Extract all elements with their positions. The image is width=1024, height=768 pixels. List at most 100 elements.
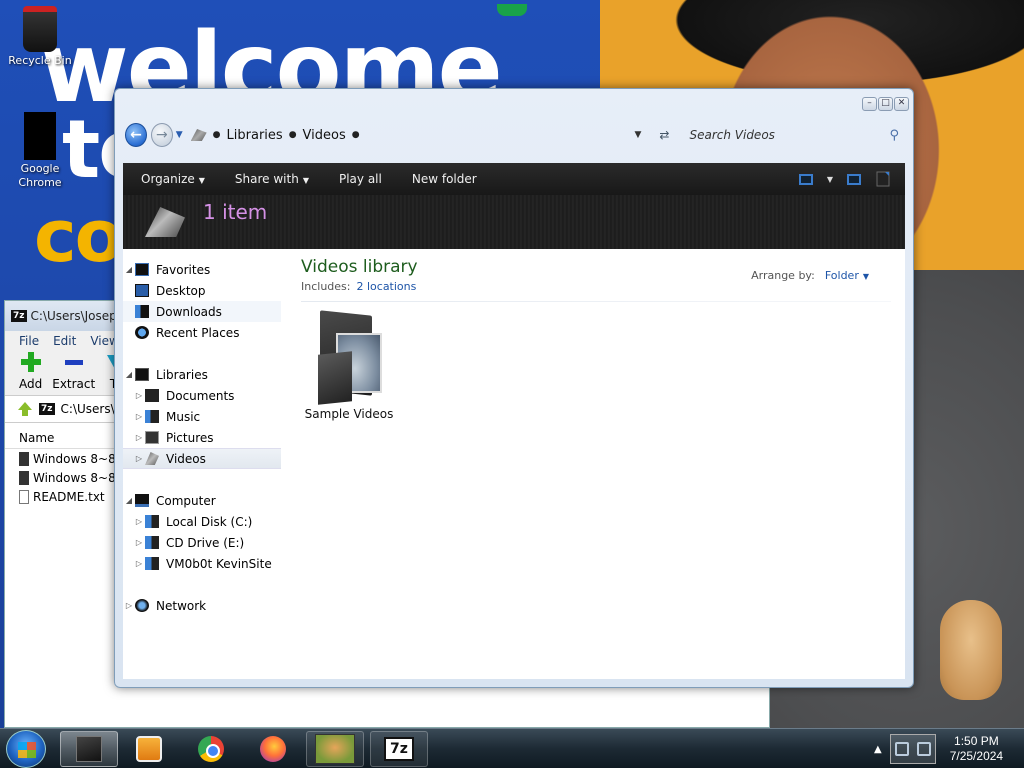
- back-button[interactable]: ←: [125, 123, 147, 147]
- nav-label: Videos: [166, 451, 206, 466]
- close-button[interactable]: ✕: [894, 97, 909, 111]
- maximize-button[interactable]: □: [878, 97, 893, 111]
- nav-label: Libraries: [156, 367, 208, 382]
- expand-arrow-icon[interactable]: ▷: [133, 538, 145, 547]
- menu-file[interactable]: File: [19, 334, 39, 348]
- chrome-icon: [198, 736, 224, 762]
- extract-button[interactable]: Extract: [52, 351, 95, 391]
- forward-button[interactable]: →: [150, 123, 173, 147]
- clock[interactable]: 1:50 PM 7/25/2024: [950, 734, 1003, 764]
- display-icon[interactable]: [894, 742, 909, 756]
- expand-arrow-icon[interactable]: ▷: [133, 433, 145, 442]
- documents-icon: [145, 389, 159, 402]
- cd-drive-icon: [145, 536, 159, 549]
- expand-arrow-icon[interactable]: ▷: [133, 517, 145, 526]
- text-file-icon: [19, 489, 29, 504]
- collapse-arrow-icon[interactable]: ◢: [123, 370, 135, 379]
- taskbar-button-firefox[interactable]: [244, 731, 302, 767]
- sample-videos-folder-icon: [314, 310, 384, 405]
- taskbar-button-media-player[interactable]: [120, 731, 178, 767]
- search-input[interactable]: [689, 128, 890, 142]
- expand-arrow-icon[interactable]: ▷: [133, 559, 145, 568]
- taskbar-button-chrome[interactable]: [182, 731, 240, 767]
- minimize-button[interactable]: –: [862, 97, 877, 111]
- desktop-icon: [135, 284, 149, 297]
- item-count: 1 item: [203, 200, 268, 224]
- 7zip-path-text[interactable]: C:\Users\: [61, 402, 115, 416]
- taskbar-button-explorer[interactable]: [60, 731, 118, 767]
- folder-item-sample-videos[interactable]: Sample Videos: [301, 310, 397, 421]
- nav-favorites[interactable]: ◢ Favorites: [123, 259, 281, 280]
- desktop-icon-recycle-bin[interactable]: Recycle Bin: [0, 6, 80, 68]
- box-app-icon: [315, 734, 355, 764]
- help-icon[interactable]: [875, 171, 891, 187]
- share-with-label: Share with: [234, 172, 299, 186]
- arrange-by-value: Folder: [824, 269, 859, 282]
- nav-label: Pictures: [166, 430, 214, 445]
- nav-local-disk[interactable]: ▷ Local Disk (C:): [123, 511, 281, 532]
- address-bar[interactable]: ● Libraries ● Videos ● ▼ ⇄: [190, 123, 669, 147]
- breadcrumb-separator[interactable]: ●: [213, 130, 221, 140]
- breadcrumb-separator[interactable]: ●: [289, 130, 297, 140]
- nav-videos[interactable]: ▷ Videos: [123, 448, 281, 469]
- nav-label: Documents: [166, 388, 235, 403]
- library-locations-link[interactable]: 2 locations: [356, 280, 416, 293]
- nav-recent-places[interactable]: Recent Places: [123, 322, 281, 343]
- breadcrumb-libraries[interactable]: Libraries: [227, 128, 283, 143]
- nav-desktop[interactable]: Desktop: [123, 280, 281, 301]
- recent-pages-chevron-down-icon[interactable]: ▼: [176, 130, 183, 140]
- new-folder-button[interactable]: New folder: [412, 172, 477, 186]
- expand-arrow-icon[interactable]: ▷: [133, 391, 145, 400]
- explorer-icon: [76, 736, 102, 762]
- view-options-chevron-down-icon[interactable]: ▼: [827, 175, 833, 184]
- preview-pane-icon[interactable]: [847, 173, 861, 185]
- chrome-icon: [24, 112, 56, 160]
- show-hidden-icons-arrow-icon[interactable]: ▲: [874, 744, 882, 755]
- start-button[interactable]: [6, 730, 46, 768]
- details-header: 1 item: [123, 195, 905, 249]
- taskbar-button-7zip[interactable]: 7z: [370, 731, 428, 767]
- nav-documents[interactable]: ▷ Documents: [123, 385, 281, 406]
- menu-edit[interactable]: Edit: [53, 334, 76, 348]
- play-all-button[interactable]: Play all: [339, 172, 382, 186]
- expand-arrow-icon[interactable]: ▷: [133, 412, 145, 421]
- network-status-icon[interactable]: [916, 742, 931, 756]
- arrange-by-dropdown[interactable]: Folder ▼: [825, 269, 869, 282]
- breadcrumb-videos[interactable]: Videos: [303, 128, 346, 143]
- search-icon[interactable]: ⚲: [889, 128, 899, 143]
- search-box[interactable]: ⚲: [683, 123, 905, 147]
- nav-music[interactable]: ▷ Music: [123, 406, 281, 427]
- expand-arrow-icon[interactable]: ▷: [123, 601, 135, 610]
- downloads-icon: [135, 305, 149, 318]
- extract-button-label: Extract: [52, 377, 96, 391]
- desktop-icon-google-chrome[interactable]: Google Chrome: [0, 112, 80, 190]
- network-icon: [135, 599, 149, 612]
- address-dropdown-chevron-down-icon[interactable]: ▼: [634, 130, 641, 140]
- share-with-button[interactable]: Share with ▼: [235, 172, 309, 186]
- navigation-bar: ← → ▼ ● Libraries ● Videos ● ▼ ⇄ ⚲: [125, 119, 905, 151]
- nav-pictures[interactable]: ▷ Pictures: [123, 427, 281, 448]
- breadcrumb-separator[interactable]: ●: [352, 130, 360, 140]
- nav-downloads[interactable]: Downloads: [123, 301, 281, 322]
- firefox-icon: [260, 736, 286, 762]
- change-view-icon[interactable]: [798, 173, 813, 185]
- nav-label: Music: [166, 409, 201, 424]
- nav-libraries[interactable]: ◢ Libraries: [123, 364, 281, 385]
- nav-cd-drive[interactable]: ▷ CD Drive (E:): [123, 532, 281, 553]
- collapse-arrow-icon[interactable]: ◢: [123, 496, 135, 505]
- add-button[interactable]: Add: [19, 351, 42, 391]
- taskbar: 7z ▲ 1:50 PM 7/25/2024: [0, 728, 1024, 768]
- collapse-arrow-icon[interactable]: ◢: [123, 265, 135, 274]
- command-bar: Organize ▼ Share with ▼ Play all New folde…: [123, 163, 905, 195]
- nav-computer[interactable]: ◢ Computer: [123, 490, 281, 511]
- refresh-icon[interactable]: ⇄: [659, 128, 669, 142]
- nav-network-share[interactable]: ▷ VM0b0t KevinSite: [123, 553, 281, 574]
- 7zip-icon: 7z: [384, 737, 414, 761]
- recycle-bin-icon: [23, 6, 57, 52]
- explorer-window[interactable]: – □ ✕ ← → ▼ ● Libraries ● Videos ● ▼ ⇄ ⚲: [114, 88, 914, 688]
- taskbar-button-box[interactable]: [306, 731, 364, 767]
- up-folder-icon[interactable]: [17, 401, 33, 417]
- expand-arrow-icon[interactable]: ▷: [133, 454, 145, 463]
- organize-button[interactable]: Organize ▼: [141, 172, 205, 186]
- nav-network[interactable]: ▷ Network: [123, 595, 281, 616]
